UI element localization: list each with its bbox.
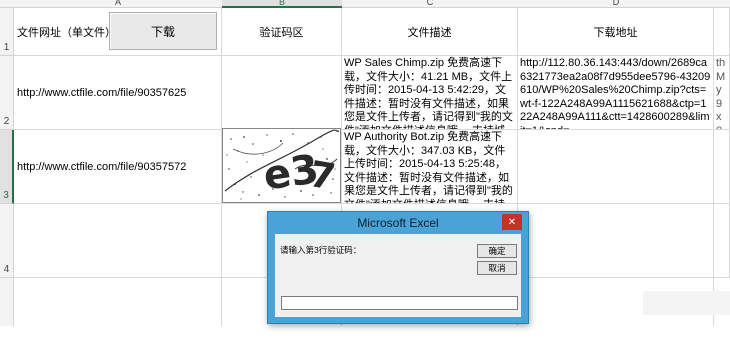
cell-e2[interactable]: thMy9x0c	[714, 56, 730, 130]
cell-e3[interactable]	[714, 130, 730, 204]
close-icon[interactable]: ✕	[502, 214, 522, 230]
header-file-url: 文件网址（单文件）	[17, 26, 116, 39]
dialog-body: 请输入第3行验证码： 确定 取消	[275, 234, 521, 317]
header-file-description: 文件描述	[407, 26, 452, 39]
dialog-title-bar[interactable]: Microsoft Excel	[268, 212, 528, 234]
column-header-a[interactable]: A	[14, 0, 222, 8]
cell-e1[interactable]	[714, 8, 730, 56]
ok-button-label: 确定	[488, 246, 506, 256]
excel-input-dialog: Microsoft Excel ✕ 请输入第3行验证码： 确定 取消	[267, 211, 529, 324]
header-download-url: 下载地址	[593, 26, 638, 39]
row-header-3[interactable]: 3	[0, 130, 14, 204]
cell-c3[interactable]: WP Authority Bot.zip 免费高速下载，文件大小：347.03 …	[342, 130, 518, 204]
download-button-label: 下载	[150, 24, 175, 39]
cell-e4[interactable]	[714, 204, 730, 278]
select-all-corner[interactable]	[0, 0, 14, 8]
cell-a5[interactable]	[14, 278, 222, 326]
file-description-row3: WP Authority Bot.zip 免费高速下载，文件大小：347.03 …	[344, 131, 513, 203]
cancel-button[interactable]: 取消	[477, 261, 517, 275]
blurred-area	[643, 291, 730, 315]
row-header-1[interactable]: 1	[0, 8, 14, 56]
cell-d1[interactable]: 下载地址	[518, 8, 714, 56]
download-url-row2: http://112.80.36.143:443/down/2689ca6321…	[520, 57, 711, 129]
row-header-2[interactable]: 2	[0, 56, 14, 130]
cell-a2[interactable]: http://www.ctfile.com/file/90357625	[14, 56, 222, 130]
row-header-5[interactable]	[0, 278, 14, 326]
header-captcha-area: 验证码区	[259, 26, 304, 39]
row-header-4[interactable]: 4	[0, 204, 14, 278]
cell-d2[interactable]: http://112.80.36.143:443/down/2689ca6321…	[518, 56, 714, 130]
overflow-text-row2: thMy9x0c	[716, 57, 726, 129]
download-button[interactable]: 下载	[109, 12, 217, 50]
cell-a3[interactable]: http://www.ctfile.com/file/90357572	[14, 130, 222, 204]
dialog-title: Microsoft Excel	[357, 216, 439, 230]
cell-a4[interactable]	[14, 204, 222, 278]
cell-b1[interactable]: 验证码区	[222, 8, 342, 56]
cell-d3[interactable]	[518, 130, 714, 204]
captcha-image: e3 7	[222, 128, 341, 203]
cell-b2[interactable]	[222, 56, 342, 130]
captcha-graphic: e3 7	[224, 129, 340, 200]
cell-d4[interactable]	[518, 204, 714, 278]
column-header-e[interactable]	[714, 0, 730, 8]
cancel-button-label: 取消	[488, 263, 506, 273]
dialog-prompt: 请输入第3行验证码：	[280, 245, 362, 255]
cell-c1[interactable]: 文件描述	[342, 8, 518, 56]
column-header-c[interactable]: C	[342, 0, 518, 8]
column-header-b[interactable]: B	[222, 0, 342, 8]
file-url-row3: http://www.ctfile.com/file/90357572	[17, 160, 187, 173]
file-description-row2: WP Sales Chimp.zip 免费高速下载，文件大小：41.21 MB，…	[344, 57, 513, 129]
captcha-input[interactable]	[281, 296, 518, 310]
file-url-row2: http://www.ctfile.com/file/90357625	[17, 86, 187, 99]
column-header-d[interactable]: D	[518, 0, 714, 8]
spreadsheet: A B C D 1 2 3 4 文件网址（单文件） 验证码区 文件描述 下载地址…	[0, 0, 730, 339]
cell-c2[interactable]: WP Sales Chimp.zip 免费高速下载，文件大小：41.21 MB，…	[342, 56, 518, 130]
ok-button[interactable]: 确定	[477, 244, 517, 258]
